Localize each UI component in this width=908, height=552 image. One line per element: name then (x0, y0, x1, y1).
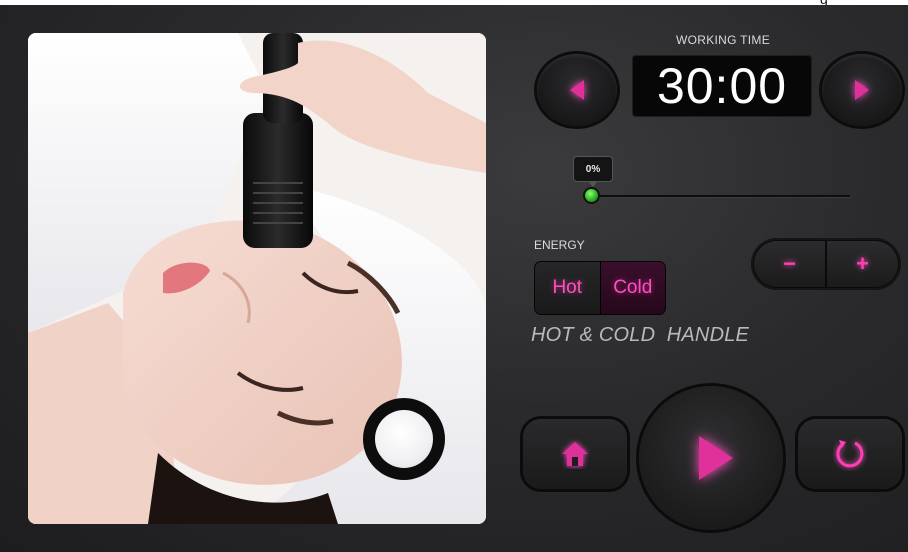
triangle-right-icon (855, 80, 869, 100)
working-time-display: 30:00 (632, 55, 812, 117)
hot-mode-button[interactable]: Hot (535, 262, 601, 314)
intensity-slider-track[interactable] (592, 195, 850, 197)
working-time-label: WORKING TIME (675, 33, 771, 47)
home-button[interactable] (523, 419, 627, 489)
triangle-left-icon (570, 80, 584, 100)
play-icon (699, 436, 733, 480)
home-icon (562, 442, 588, 466)
energy-decrease-button[interactable]: − (754, 241, 825, 287)
reset-button[interactable] (798, 419, 902, 489)
time-increase-button[interactable] (822, 54, 902, 126)
intensity-slider-handle[interactable] (585, 189, 598, 202)
energy-label: ENERGY (534, 238, 585, 252)
refresh-icon (836, 440, 864, 468)
handle-title: HOT & COLD HANDLE (531, 324, 750, 346)
plus-icon: + (856, 251, 869, 276)
selector-knob-face (375, 410, 433, 468)
time-decrease-button[interactable] (537, 54, 617, 126)
energy-mode-toggle: Hot Cold (535, 262, 665, 314)
minus-icon: − (783, 251, 796, 276)
energy-increase-button[interactable]: + (827, 241, 898, 287)
start-button[interactable] (639, 386, 783, 530)
energy-level-stepper: − + (751, 238, 901, 290)
slider-value-tooltip: 0% (573, 156, 613, 187)
handle-selector-knob[interactable] (363, 398, 445, 480)
cold-mode-button[interactable]: Cold (600, 262, 665, 314)
